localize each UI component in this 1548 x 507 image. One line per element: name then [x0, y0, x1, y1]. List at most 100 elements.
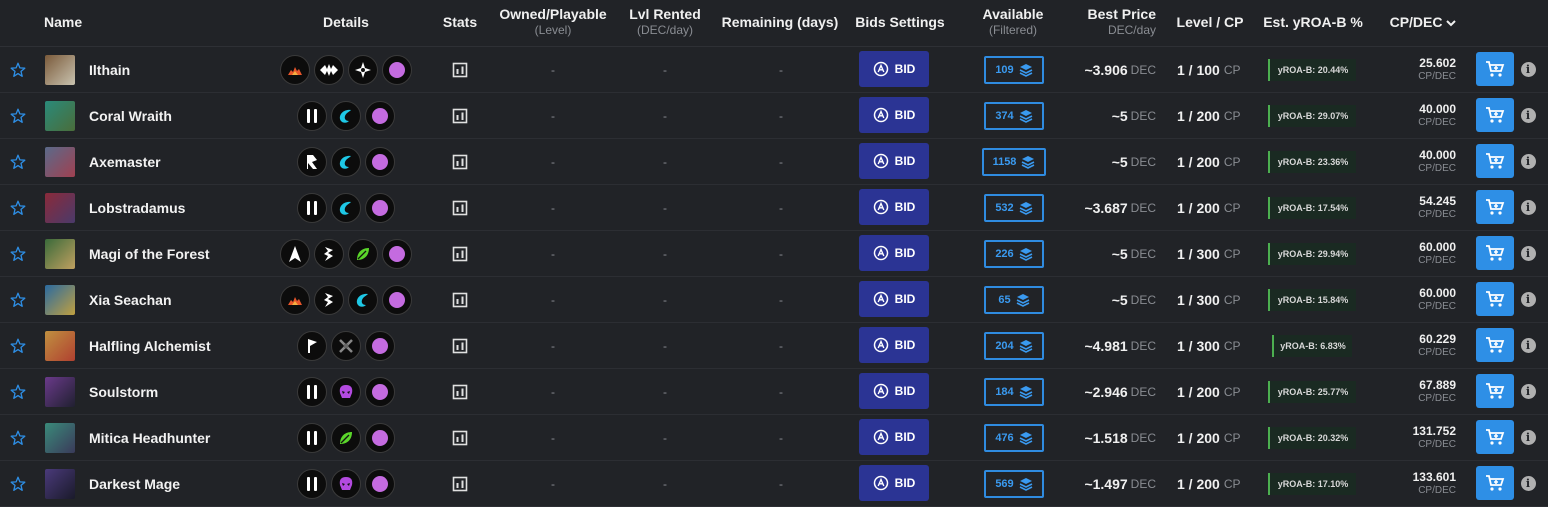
card-name[interactable]: Darkest Mage — [89, 461, 180, 506]
card-name[interactable]: Soulstorm — [89, 369, 158, 414]
card-thumbnail[interactable] — [45, 323, 75, 368]
thorns-ability-icon[interactable] — [314, 284, 344, 315]
bid-button[interactable]: BID — [859, 97, 929, 133]
col-owned[interactable]: Owned/Playable (Level) — [493, 6, 613, 38]
stats-icon[interactable] — [450, 369, 470, 414]
stats-icon[interactable] — [450, 461, 470, 506]
favorite-star-icon[interactable] — [10, 139, 26, 184]
bid-button[interactable]: BID — [859, 465, 929, 501]
available-button[interactable]: 109 — [984, 56, 1044, 84]
card-name[interactable]: Halfling Alchemist — [89, 323, 211, 368]
pause-ability-icon[interactable] — [297, 422, 327, 453]
card-thumbnail[interactable] — [45, 369, 75, 414]
card-thumbnail[interactable] — [45, 277, 75, 322]
available-button[interactable]: 569 — [984, 470, 1044, 498]
add-to-cart-button[interactable] — [1476, 190, 1514, 224]
add-to-cart-button[interactable] — [1476, 466, 1514, 500]
bid-button[interactable]: BID — [859, 327, 929, 363]
sneak-ability-icon[interactable] — [348, 54, 378, 85]
card-name[interactable]: Magi of the Forest — [89, 231, 210, 276]
info-icon[interactable]: i — [1520, 139, 1536, 184]
epic-rarity-icon[interactable] — [365, 100, 395, 131]
col-details[interactable]: Details — [310, 14, 382, 30]
favorite-star-icon[interactable] — [10, 369, 26, 414]
col-yroa[interactable]: Est. yROA-B % — [1262, 14, 1364, 30]
favorite-star-icon[interactable] — [10, 93, 26, 138]
info-icon[interactable]: i — [1520, 185, 1536, 230]
add-to-cart-button[interactable] — [1476, 374, 1514, 408]
stats-icon[interactable] — [450, 139, 470, 184]
col-available[interactable]: Available (Filtered) — [975, 6, 1051, 38]
card-name[interactable]: Xia Seachan — [89, 277, 172, 322]
col-level-cp[interactable]: Level / CP — [1172, 14, 1248, 30]
card-thumbnail[interactable] — [45, 231, 75, 276]
water-element-icon[interactable] — [331, 146, 361, 177]
favorite-star-icon[interactable] — [10, 47, 26, 92]
card-name[interactable]: Coral Wraith — [89, 93, 172, 138]
epic-rarity-icon[interactable] — [382, 238, 412, 269]
info-icon[interactable]: i — [1520, 47, 1536, 92]
epic-rarity-icon[interactable] — [382, 54, 412, 85]
card-name[interactable]: Axemaster — [89, 139, 161, 184]
available-button[interactable]: 184 — [984, 378, 1044, 406]
add-to-cart-button[interactable] — [1476, 236, 1514, 270]
favorite-star-icon[interactable] — [10, 185, 26, 230]
death-element-icon[interactable] — [331, 376, 361, 407]
stats-icon[interactable] — [450, 47, 470, 92]
epic-rarity-icon[interactable] — [365, 376, 395, 407]
info-icon[interactable]: i — [1520, 369, 1536, 414]
stats-icon[interactable] — [450, 185, 470, 230]
add-to-cart-button[interactable] — [1476, 282, 1514, 316]
info-icon[interactable]: i — [1520, 323, 1536, 368]
fire-element-icon[interactable] — [280, 54, 310, 85]
flag-ability-icon[interactable] — [297, 330, 327, 361]
epic-rarity-icon[interactable] — [365, 192, 395, 223]
col-stats[interactable]: Stats — [438, 14, 482, 30]
available-button[interactable]: 1158 — [982, 148, 1046, 176]
epic-rarity-icon[interactable] — [365, 422, 395, 453]
stats-icon[interactable] — [450, 277, 470, 322]
col-best-price[interactable]: Best Price DEC/day — [1080, 6, 1156, 38]
neutral-element-icon[interactable] — [331, 330, 361, 361]
bid-button[interactable]: BID — [859, 235, 929, 271]
available-button[interactable]: 532 — [984, 194, 1044, 222]
col-remaining[interactable]: Remaining (days) — [718, 14, 842, 30]
add-to-cart-button[interactable] — [1476, 420, 1514, 454]
card-thumbnail[interactable] — [45, 461, 75, 506]
thorns-ability-icon[interactable] — [314, 238, 344, 269]
info-icon[interactable]: i — [1520, 461, 1536, 506]
double-strike-ability-icon[interactable] — [297, 146, 327, 177]
add-to-cart-button[interactable] — [1476, 144, 1514, 178]
info-icon[interactable]: i — [1520, 277, 1536, 322]
col-lvl-rented[interactable]: Lvl Rented (DEC/day) — [620, 6, 710, 38]
card-thumbnail[interactable] — [45, 139, 75, 184]
epic-rarity-icon[interactable] — [382, 284, 412, 315]
pause-ability-icon[interactable] — [297, 376, 327, 407]
favorite-star-icon[interactable] — [10, 415, 26, 460]
card-name[interactable]: Lobstradamus — [89, 185, 185, 230]
bid-button[interactable]: BID — [859, 373, 929, 409]
water-element-icon[interactable] — [331, 100, 361, 131]
piercing-ability-icon[interactable] — [280, 238, 310, 269]
available-button[interactable]: 226 — [984, 240, 1044, 268]
earth-element-icon[interactable] — [348, 238, 378, 269]
card-thumbnail[interactable] — [45, 185, 75, 230]
epic-rarity-icon[interactable] — [365, 330, 395, 361]
stats-icon[interactable] — [450, 93, 470, 138]
favorite-star-icon[interactable] — [10, 461, 26, 506]
available-button[interactable]: 374 — [984, 102, 1044, 130]
add-to-cart-button[interactable] — [1476, 52, 1514, 86]
bid-button[interactable]: BID — [859, 419, 929, 455]
info-icon[interactable]: i — [1520, 93, 1536, 138]
bid-button[interactable]: BID — [859, 143, 929, 179]
col-name[interactable]: Name — [44, 14, 82, 30]
card-name[interactable]: Mitica Headhunter — [89, 415, 210, 460]
stats-icon[interactable] — [450, 231, 470, 276]
favorite-star-icon[interactable] — [10, 323, 26, 368]
stats-icon[interactable] — [450, 415, 470, 460]
bid-button[interactable]: BID — [859, 281, 929, 317]
card-name[interactable]: Ilthain — [89, 47, 130, 92]
add-to-cart-button[interactable] — [1476, 98, 1514, 132]
card-thumbnail[interactable] — [45, 415, 75, 460]
favorite-star-icon[interactable] — [10, 277, 26, 322]
